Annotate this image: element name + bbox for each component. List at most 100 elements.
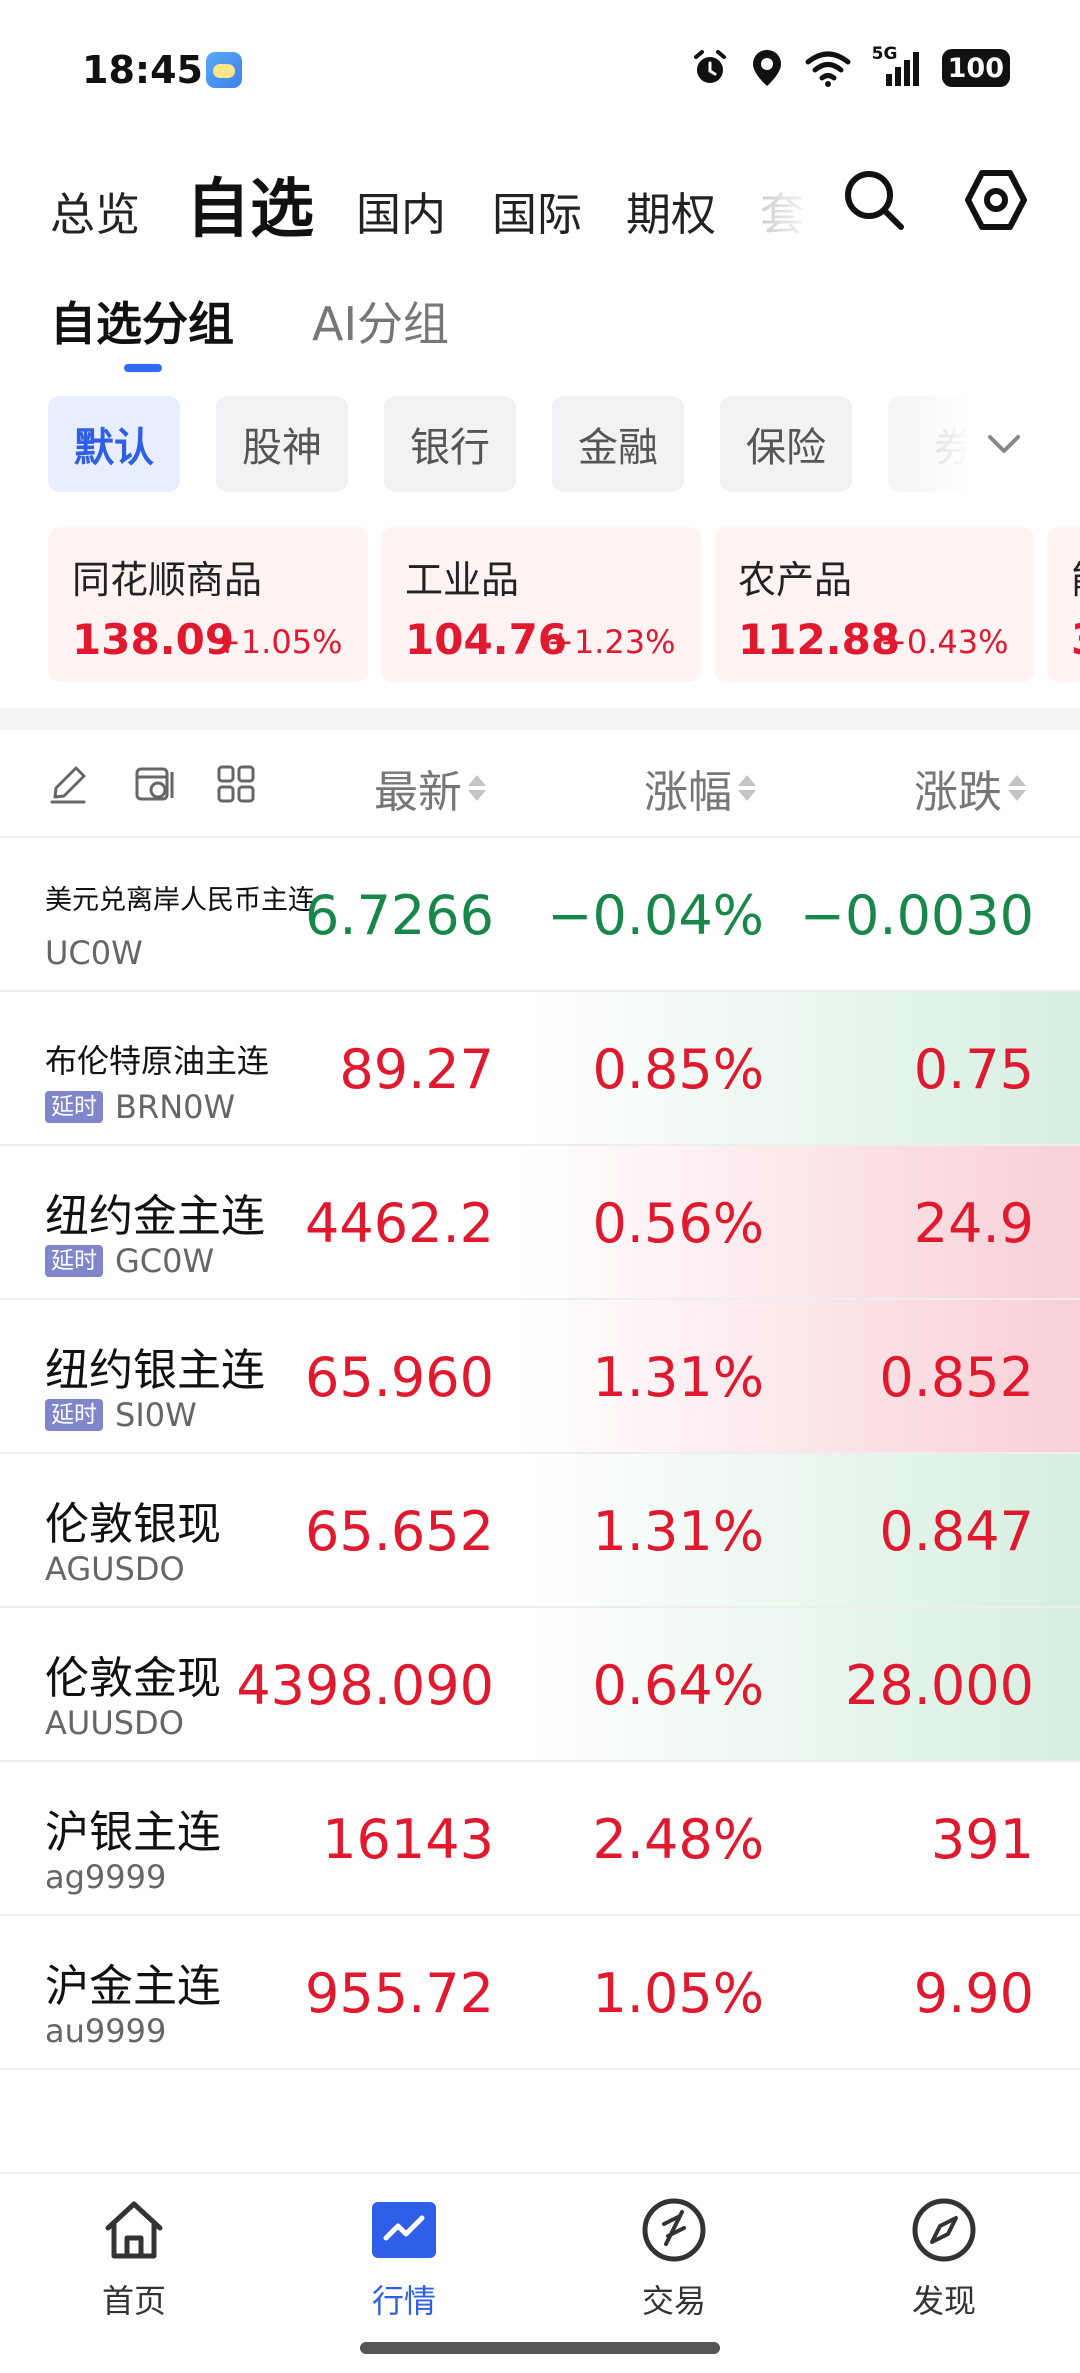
- search-button[interactable]: [836, 162, 912, 238]
- index-card[interactable]: 工业品 104.76 +1.23%: [381, 527, 701, 682]
- row-change: 24.9: [913, 1192, 1034, 1255]
- column-latest[interactable]: 最新: [374, 756, 486, 820]
- table-row[interactable]: 纽约银主连 延时 SI0W 65.960 1.31% 0.852: [0, 1300, 1080, 1454]
- row-latest: 65.960: [305, 1346, 494, 1409]
- row-latest: 4398.090: [236, 1654, 494, 1717]
- index-card[interactable]: 同花顺商品 138.09 +1.05%: [48, 527, 368, 682]
- nav-trade[interactable]: 交易: [574, 2196, 774, 2326]
- index-card-change: +0.43%: [880, 623, 1009, 661]
- status-icons: 5G 100: [690, 44, 1010, 90]
- column-change[interactable]: 涨跌: [914, 756, 1026, 820]
- tab-domestic[interactable]: 国内: [356, 178, 446, 243]
- index-card[interactable]: 能 3: [1047, 527, 1080, 682]
- row-pct: 0.85%: [592, 1038, 764, 1101]
- row-code: au9999: [45, 2012, 167, 2050]
- table-row[interactable]: 纽约金主连 延时 GC0W 4462.2 0.56% 24.9: [0, 1146, 1080, 1300]
- row-pct: 0.56%: [592, 1192, 764, 1255]
- grid-icon[interactable]: [214, 762, 258, 806]
- row-pct: 1.05%: [592, 1962, 764, 2025]
- status-bar: 18:45 5G 100: [0, 0, 1080, 140]
- trade-icon: [642, 2198, 706, 2262]
- delay-badge: 延时: [45, 1245, 103, 1277]
- tab-watchlist[interactable]: 自选: [186, 158, 314, 250]
- index-cards: 同花顺商品 138.09 +1.05% 工业品 104.76 +1.23% 农产…: [0, 527, 1080, 682]
- row-name: 伦敦金现: [45, 1653, 221, 1704]
- table-row[interactable]: 沪银主连 ag9999 16143 2.48% 391: [0, 1762, 1080, 1916]
- chip-banks[interactable]: 银行: [384, 396, 516, 492]
- sub-tabs: 自选分组 AI分组: [0, 288, 1080, 378]
- column-pct[interactable]: 涨幅: [644, 756, 756, 820]
- row-code: GC0W: [115, 1242, 215, 1280]
- delay-badge: 延时: [45, 1091, 103, 1123]
- row-latest: 89.27: [339, 1038, 494, 1101]
- row-name: 沪金主连: [45, 1961, 221, 2012]
- row-name: 纽约金主连: [45, 1191, 265, 1242]
- chip-insurance[interactable]: 保险: [720, 396, 852, 492]
- subtab-watchlist-groups[interactable]: 自选分组: [50, 288, 234, 354]
- index-card-price: 104.76: [405, 615, 568, 664]
- subtab-ai-groups[interactable]: AI分组: [312, 288, 449, 354]
- table-row[interactable]: 伦敦银现 AGUSDO 65.652 1.31% 0.847: [0, 1454, 1080, 1608]
- column-change-label: 涨跌: [914, 767, 1002, 818]
- table-row[interactable]: 伦敦金现 AUUSDO 4398.090 0.64% 28.000: [0, 1608, 1080, 1762]
- sort-icon: [468, 775, 486, 801]
- nav-home[interactable]: 首页: [34, 2196, 234, 2326]
- table-row[interactable]: 布伦特原油主连 延时 BRN0W 89.27 0.85% 0.75: [0, 992, 1080, 1146]
- row-change: 0.847: [879, 1500, 1034, 1563]
- row-change: −0.0030: [799, 884, 1034, 947]
- table-row[interactable]: 沪金主连 au9999 955.72 1.05% 9.90: [0, 1916, 1080, 2070]
- row-change: 9.90: [913, 1962, 1034, 2025]
- settings-button[interactable]: [958, 162, 1034, 238]
- search-icon: [845, 171, 904, 230]
- nav-market[interactable]: 行情: [304, 2196, 504, 2326]
- chip-default[interactable]: 默认: [48, 396, 180, 492]
- chevron-down-icon[interactable]: [980, 420, 1028, 468]
- nav-discover[interactable]: 发现: [844, 2196, 1044, 2326]
- row-name: 纽约银主连: [45, 1345, 265, 1396]
- row-code-wrap: 延时 GC0W: [45, 1242, 214, 1280]
- row-code-wrap: AUUSDO: [45, 1704, 184, 1742]
- index-card-name: 工业品: [405, 558, 520, 602]
- weather-icon: [206, 52, 242, 88]
- column-latest-label: 最新: [374, 767, 462, 818]
- row-code-wrap: 延时 BRN0W: [45, 1088, 235, 1126]
- tab-overview[interactable]: 总览: [50, 178, 140, 243]
- manage-icon[interactable]: [132, 762, 176, 806]
- row-latest: 6.7266: [305, 884, 494, 947]
- row-change: 0.75: [913, 1038, 1034, 1101]
- row-latest: 4462.2: [305, 1192, 494, 1255]
- row-code: AGUSDO: [45, 1550, 185, 1588]
- edit-icon[interactable]: [46, 762, 90, 806]
- row-code: AUUSDO: [45, 1704, 184, 1742]
- settings-icon: [965, 170, 1027, 230]
- status-time: 18:45: [82, 48, 203, 92]
- row-name: 布伦特原油主连: [45, 1042, 270, 1080]
- subtab-indicator: [124, 364, 162, 372]
- index-card-price: 138.09: [72, 615, 235, 664]
- row-change: 391: [930, 1808, 1034, 1871]
- home-indicator[interactable]: [360, 2342, 720, 2354]
- index-card-price: 3: [1071, 615, 1080, 664]
- sort-icon: [738, 775, 756, 801]
- row-name: 伦敦银现: [45, 1499, 221, 1550]
- index-card-name: 能: [1071, 549, 1080, 604]
- chip-finance[interactable]: 金融: [552, 396, 684, 492]
- row-name: 美元兑离岸人民币主连: [45, 885, 315, 916]
- table-row[interactable]: 美元兑离岸人民币主连 UC0W 6.7266 −0.04% −0.0030: [0, 838, 1080, 992]
- battery-icon: 100: [941, 49, 1010, 87]
- signal-icon: 5G: [872, 44, 922, 88]
- row-code-wrap: ag9999: [45, 1858, 166, 1896]
- row-code-wrap: UC0W: [45, 934, 143, 972]
- row-pct: 1.31%: [592, 1500, 764, 1563]
- row-latest: 955.72: [305, 1962, 494, 2025]
- index-card-change: +1.05%: [214, 623, 343, 661]
- tab-international[interactable]: 国际: [492, 178, 582, 243]
- row-pct: 2.48%: [592, 1808, 764, 1871]
- tab-options[interactable]: 期权: [626, 178, 716, 243]
- chip-stock-gods[interactable]: 股神: [216, 396, 348, 492]
- row-pct: −0.04%: [547, 884, 764, 947]
- index-card[interactable]: 农产品 112.88 +0.43%: [714, 527, 1034, 682]
- table-header: 最新 涨幅 涨跌: [0, 730, 1080, 838]
- column-pct-label: 涨幅: [644, 767, 732, 818]
- compass-icon: [912, 2198, 976, 2262]
